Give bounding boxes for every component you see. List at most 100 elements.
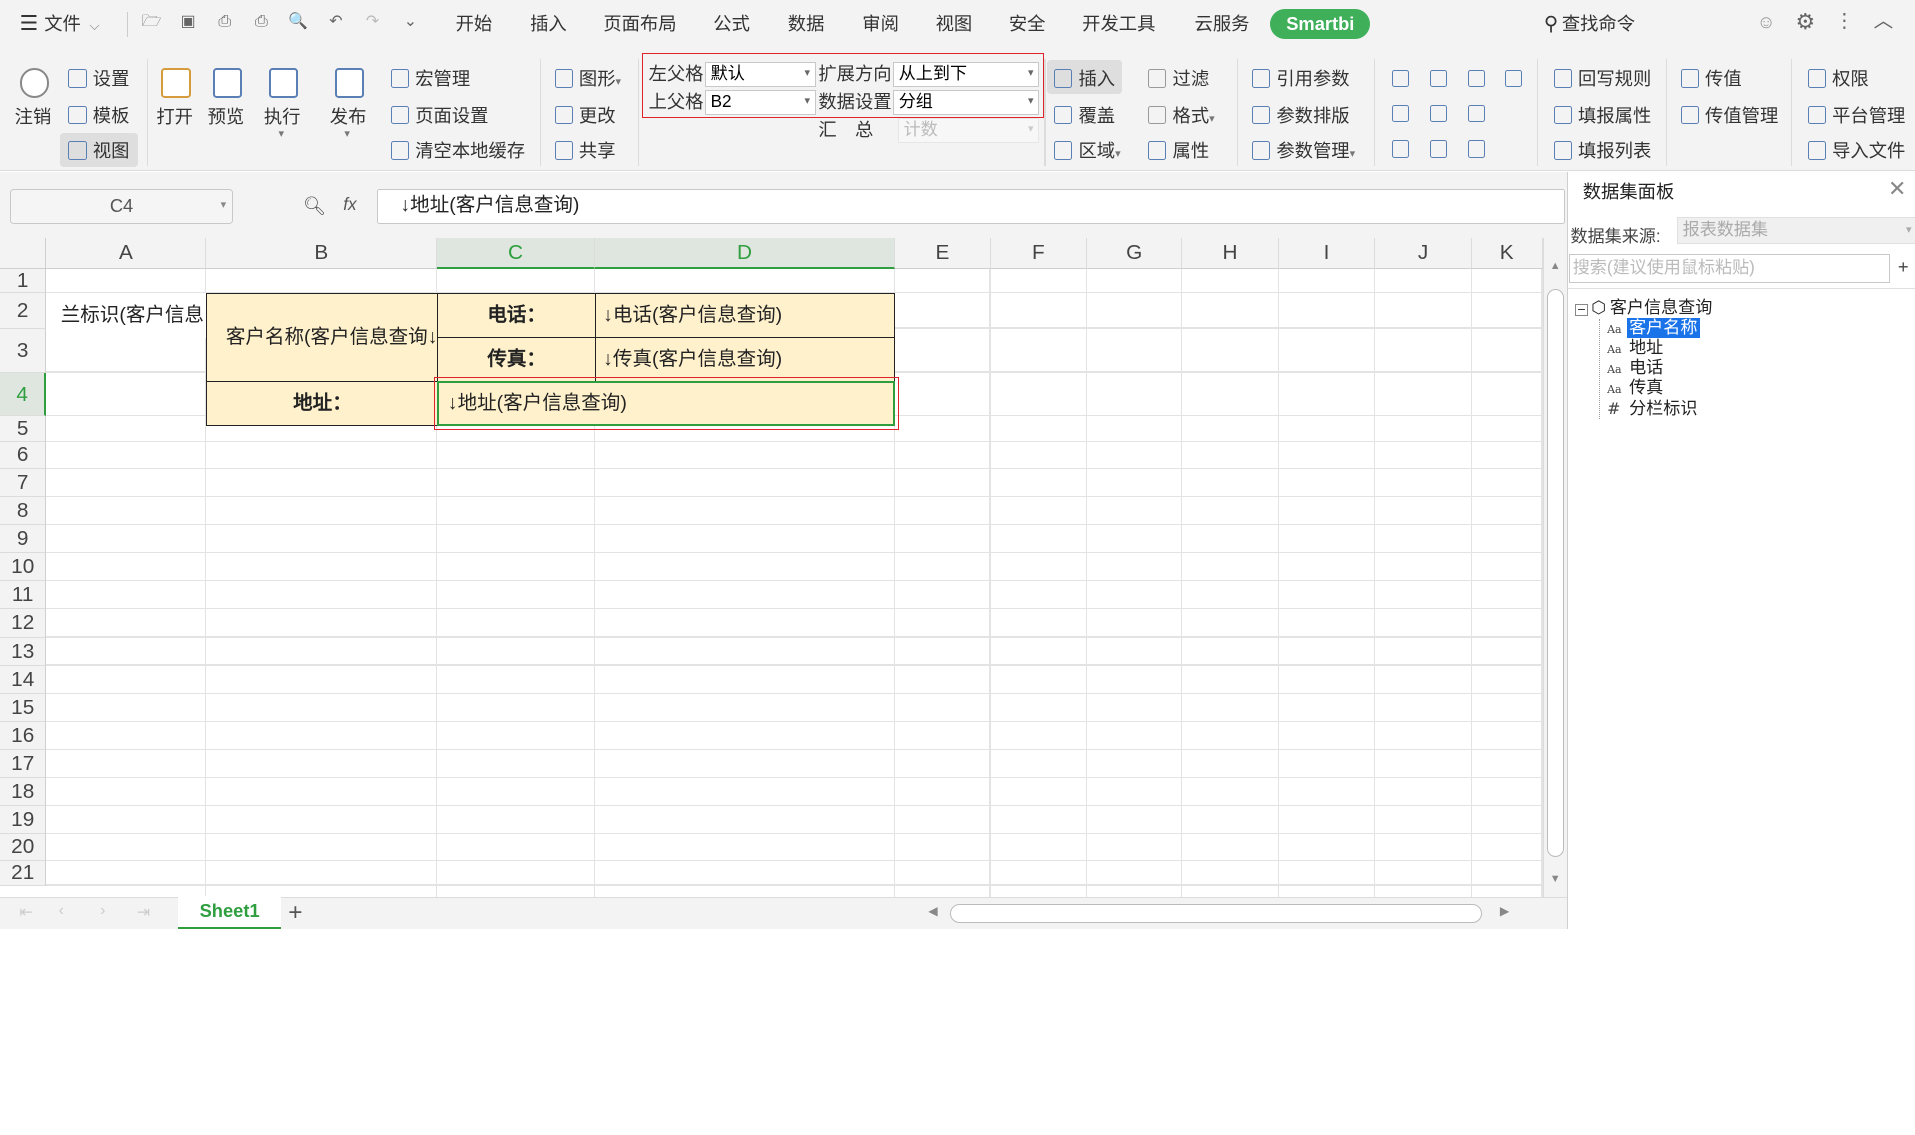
save-icon[interactable]: ▣ (178, 12, 198, 32)
execute-button[interactable]: 执行 ▾ (264, 68, 303, 141)
print-icon[interactable]: ⎙ (252, 12, 272, 32)
logout-button[interactable]: 注销 (12, 68, 54, 132)
horizontal-scrollbar[interactable]: ◀ ▶ (928, 902, 1524, 924)
widget-icon-0-0[interactable] (1392, 69, 1410, 87)
widget-icon-1-1[interactable] (1430, 105, 1448, 123)
print-preview-icon[interactable]: 🔍 (288, 12, 308, 32)
close-icon[interactable]: ✕ (1888, 176, 1906, 202)
cell-b2[interactable]: ↓客户名称(客户信息查询 (206, 293, 439, 383)
graph-button[interactable]: 图形▾ (554, 67, 621, 94)
preview-button[interactable]: 预览 (208, 68, 247, 132)
row-header-14[interactable]: 14 (0, 665, 47, 694)
macro-button[interactable]: 宏管理 (390, 67, 470, 91)
row-header-7[interactable]: 7 (0, 469, 47, 498)
tree-field-1[interactable]: Aa 地址 (1600, 338, 1666, 360)
tab-3[interactable]: 公式 (713, 11, 750, 38)
pass-value-button[interactable]: 传值 (1680, 67, 1742, 91)
tab-6[interactable]: 视图 (936, 11, 973, 38)
row-header-5[interactable]: 5 (0, 416, 47, 443)
row-header-6[interactable]: 6 (0, 442, 47, 469)
fill-property-button[interactable]: 填报属性 (1553, 104, 1651, 128)
select-all-corner[interactable] (0, 238, 47, 269)
cell-b4[interactable]: 地址： (206, 381, 439, 427)
row-header-8[interactable]: 8 (0, 497, 47, 526)
tab-5[interactable]: 审阅 (862, 11, 899, 38)
widget-icon-2-1[interactable] (1468, 105, 1486, 123)
row-header-10[interactable]: 10 (0, 553, 47, 582)
writeback-rule-button[interactable]: 回写规则 (1553, 67, 1651, 91)
property-button[interactable]: 属性 (1148, 139, 1209, 163)
row-header-12[interactable]: 12 (0, 609, 47, 638)
cell-c3[interactable]: 传真： (437, 337, 597, 383)
tab-4[interactable]: 数据 (788, 11, 825, 38)
tab-smartbi[interactable]: Smartbi (1270, 8, 1371, 40)
row-header-13[interactable]: 13 (0, 637, 47, 666)
row-header-15[interactable]: 15 (0, 693, 47, 722)
tab-0[interactable]: 开始 (456, 11, 493, 38)
widget-icon-1-0[interactable] (1430, 69, 1448, 87)
scroll-left-icon[interactable]: ◀ (928, 904, 937, 918)
widget-icon-0-2[interactable] (1392, 140, 1410, 158)
row-header-18[interactable]: 18 (0, 778, 47, 807)
column-header-G[interactable]: G (1087, 238, 1183, 269)
column-header-A[interactable]: A (46, 238, 207, 269)
param-layout-button[interactable]: 参数排版 (1251, 104, 1350, 128)
name-box[interactable]: C4 ▾ (9, 189, 234, 224)
open-folder-icon[interactable]: 🗁 (142, 12, 162, 32)
gear-icon[interactable]: ⚙ (1795, 11, 1815, 33)
cover-button[interactable]: 覆盖 (1054, 104, 1115, 128)
redo-icon[interactable]: ↷ (363, 12, 383, 32)
row-header-21[interactable]: 21 (0, 861, 47, 886)
scroll-right-icon[interactable]: ▶ (1500, 904, 1509, 918)
widget-icon-1-2[interactable] (1430, 140, 1448, 158)
row-header-4[interactable]: 4 (0, 372, 47, 417)
add-icon[interactable]: + (1898, 256, 1909, 278)
export-icon[interactable]: ⎙ (215, 12, 235, 32)
widget-icon-2-0[interactable] (1468, 69, 1486, 87)
tree-field-4[interactable]: # 分栏标识 (1600, 399, 1700, 420)
next-sheet-icon[interactable]: › (100, 902, 105, 920)
collapse-ribbon-icon[interactable]: ︿ (1874, 11, 1894, 32)
region-button[interactable]: 区域▾ (1054, 139, 1121, 166)
ref-param-button[interactable]: 引用参数 (1251, 67, 1350, 91)
column-header-E[interactable]: E (895, 238, 991, 269)
row-header-3[interactable]: 3 (0, 328, 47, 373)
tree-field-0[interactable]: Aa 客户名称 (1600, 317, 1700, 340)
row-header-11[interactable]: 11 (0, 581, 47, 610)
scroll-down-icon[interactable]: ▼ (1550, 873, 1561, 885)
fx-label[interactable]: fx (343, 195, 356, 215)
summary-select[interactable]: 计数 ▾ (897, 118, 1040, 143)
tab-1[interactable]: 插入 (530, 11, 567, 38)
clear-cache-button[interactable]: 清空本地缓存 (390, 139, 525, 163)
column-header-K[interactable]: K (1471, 238, 1543, 269)
vertical-scrollbar[interactable]: ▲ ▼ (1542, 238, 1568, 897)
share-button[interactable]: 共享 (554, 139, 616, 163)
column-header-H[interactable]: H (1182, 238, 1279, 269)
row-header-1[interactable]: 1 (0, 268, 47, 294)
row-header-17[interactable]: 17 (0, 749, 47, 779)
widget-icon-0-1[interactable] (1392, 105, 1410, 123)
tree-field-2[interactable]: Aa 电话 (1600, 358, 1666, 380)
scroll-up-icon[interactable]: ▲ (1550, 260, 1561, 272)
feedback-icon[interactable]: ☺ (1756, 12, 1776, 32)
collapse-icon[interactable]: − (1575, 304, 1588, 317)
column-header-F[interactable]: F (990, 238, 1088, 269)
cell-c2[interactable]: 电话： (437, 293, 597, 339)
publish-button[interactable]: 发布 ▾ (330, 68, 369, 141)
cell-d2[interactable]: ↓电话(客户信息查询) (594, 293, 896, 339)
permission-button[interactable]: 权限 (1807, 67, 1869, 91)
customize-icon[interactable]: ⌄ (401, 12, 421, 32)
prev-sheet-icon[interactable]: ‹ (59, 902, 64, 920)
column-header-I[interactable]: I (1278, 238, 1376, 269)
format-button[interactable]: 格式▾ (1148, 104, 1215, 131)
pass-value-manage-button[interactable]: 传值管理 (1680, 104, 1778, 128)
fill-list-button[interactable]: 填报列表 (1553, 139, 1651, 163)
formula-input[interactable]: ↓地址(客户信息查询) (377, 189, 1565, 224)
cell-d3[interactable]: ↓传真(客户信息查询) (594, 337, 896, 383)
row-header-16[interactable]: 16 (0, 721, 47, 750)
tree-field-3[interactable]: Aa 传真 (1600, 378, 1666, 400)
zoom-icon[interactable]: 🔍︎ (303, 195, 326, 217)
last-sheet-icon[interactable]: ⇥ (137, 902, 150, 922)
settings-button[interactable]: 设置 (68, 67, 129, 91)
widget-icon-2-2[interactable] (1468, 140, 1486, 158)
